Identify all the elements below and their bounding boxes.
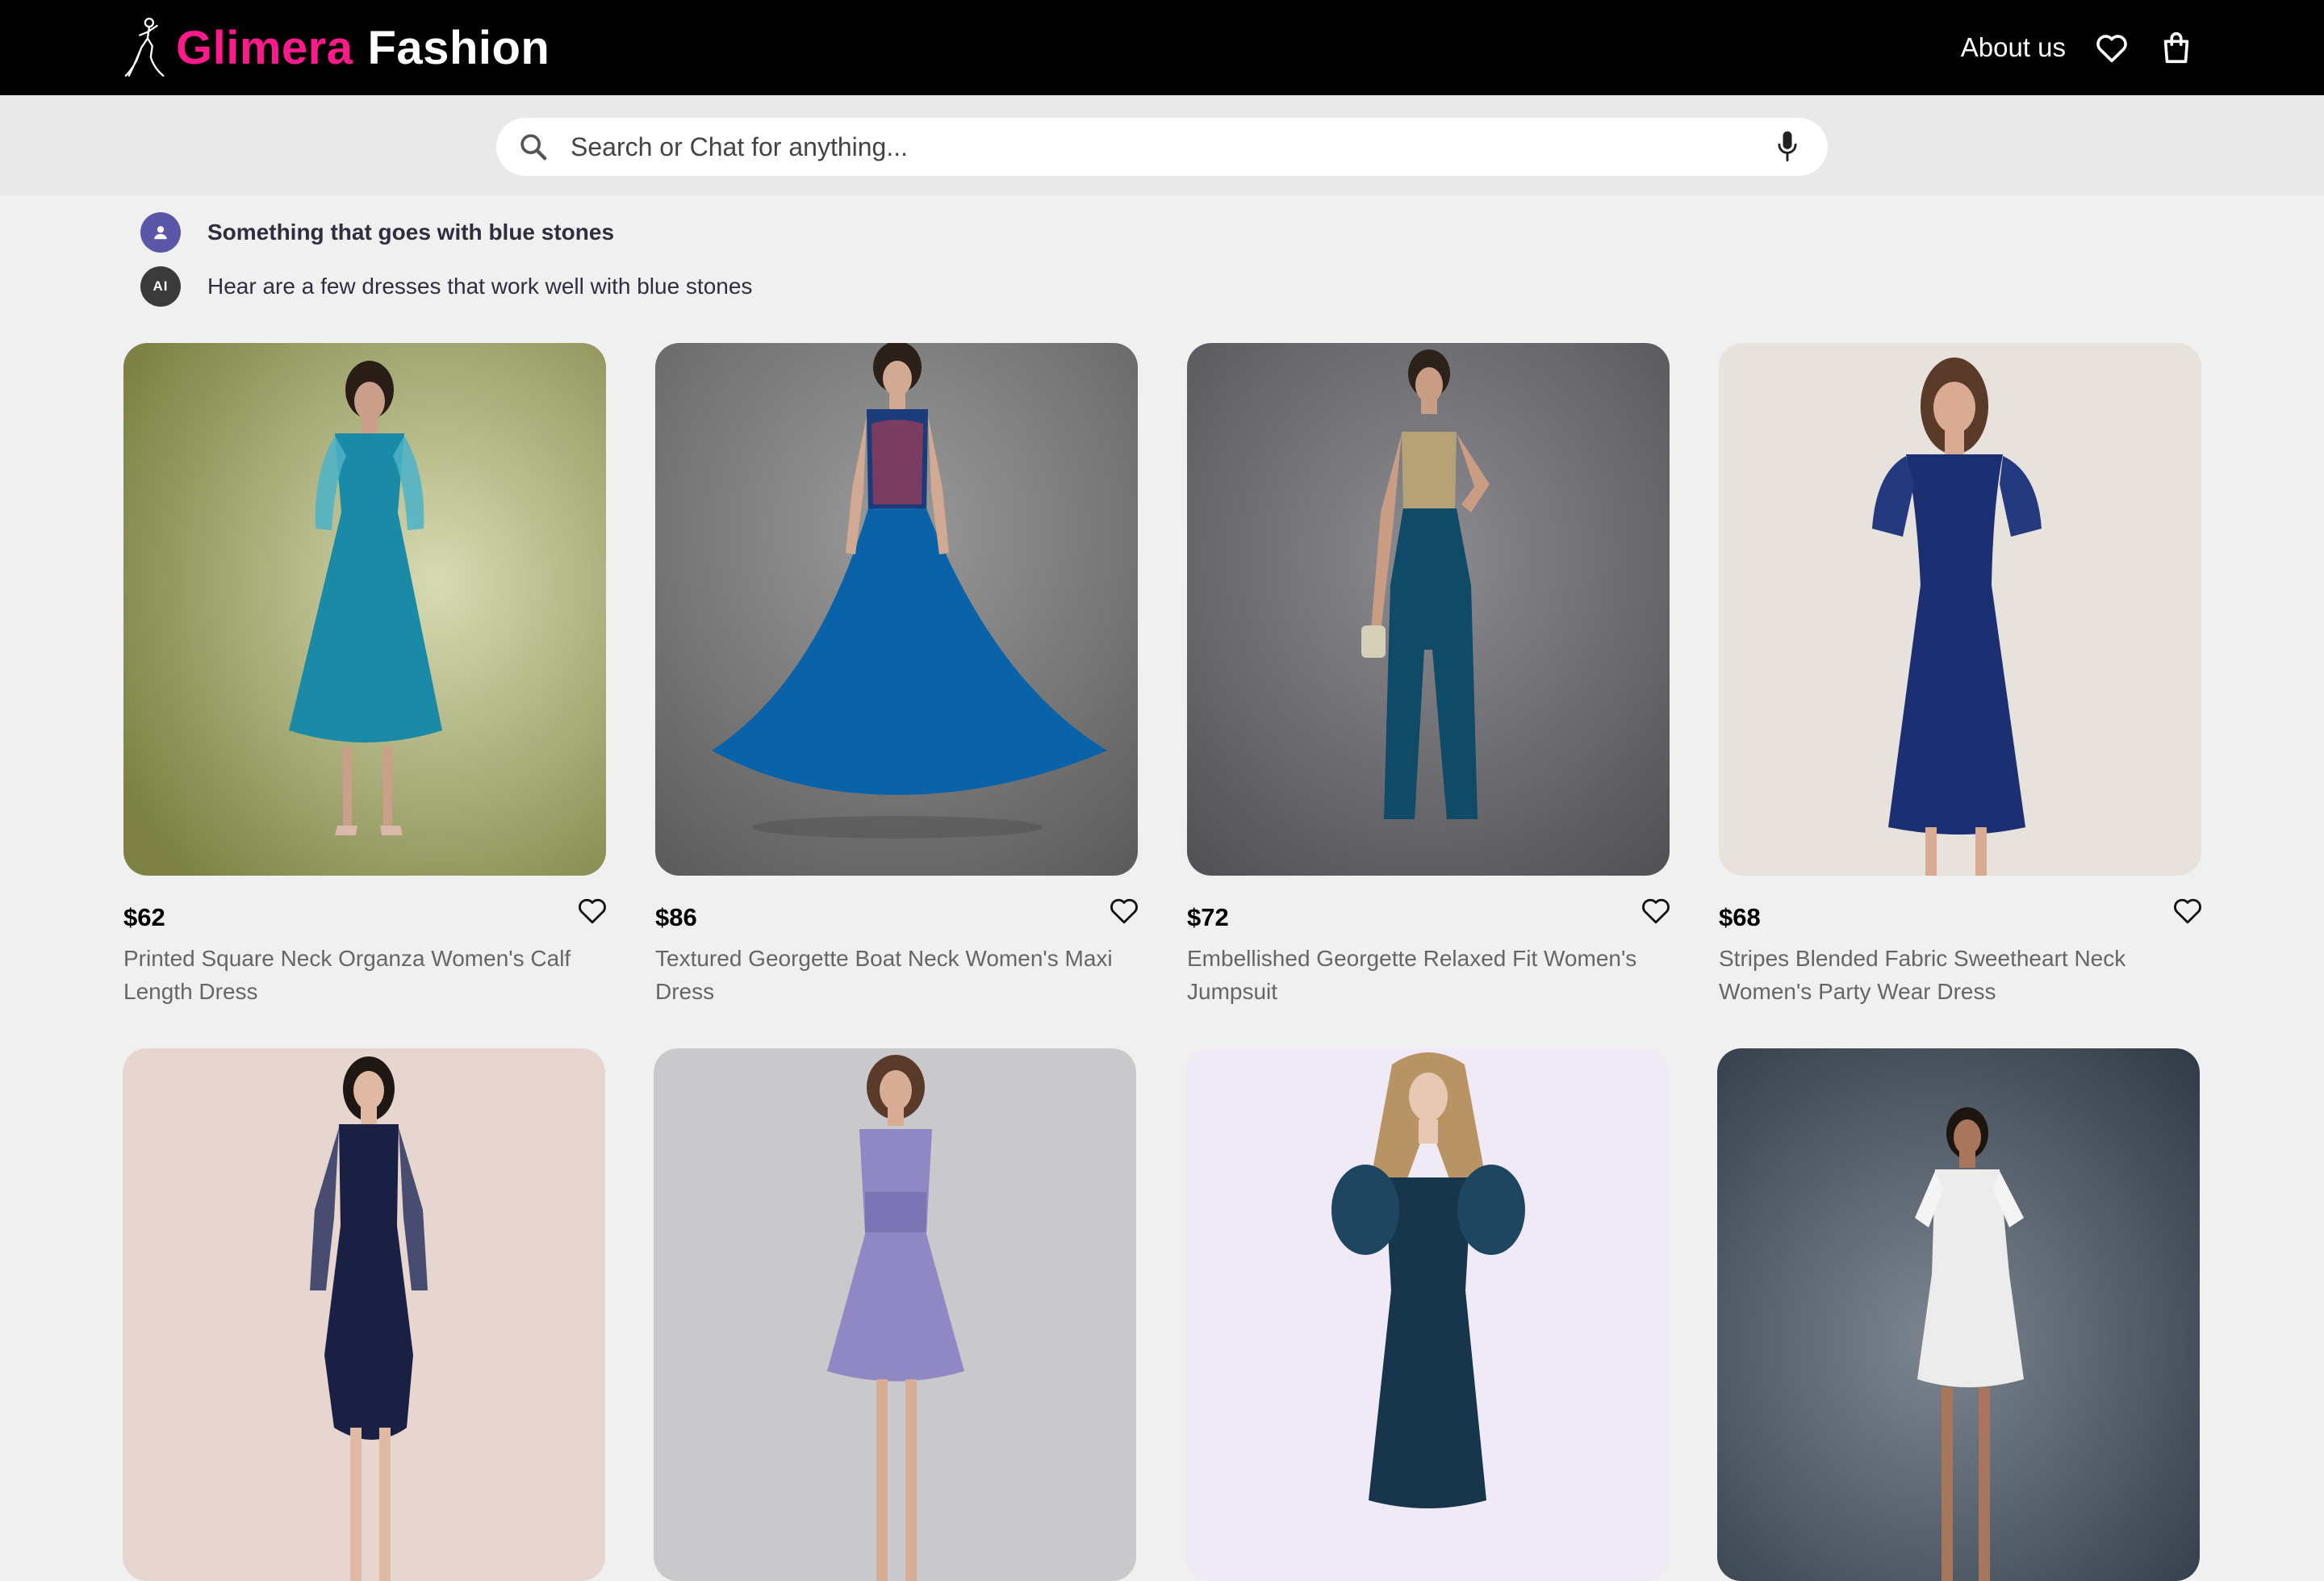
product-image[interactable] (1186, 1048, 1669, 1581)
product-name[interactable]: Embellished Georgette Relaxed Fit Women'… (1187, 942, 1670, 1008)
heart-icon[interactable] (2093, 29, 2130, 66)
heart-icon[interactable] (575, 893, 609, 927)
search-section (0, 95, 2324, 195)
chat-conversation: Something that goes with blue stones AI … (140, 211, 752, 320)
heart-icon[interactable] (2171, 893, 2205, 927)
search-bar[interactable] (496, 118, 1828, 176)
header-actions: About us (1961, 0, 2195, 95)
heart-icon[interactable] (1107, 893, 1141, 927)
product-image[interactable] (123, 343, 606, 876)
product-image[interactable] (655, 343, 1138, 876)
product-image[interactable] (1719, 343, 2201, 876)
product-card[interactable]: $62 Printed Square Neck Organza Women's … (123, 343, 606, 1008)
product-card[interactable]: $72 Embellished Georgette Relaxed Fit Wo… (1187, 343, 1670, 1008)
product-card[interactable] (1186, 1048, 1669, 1581)
brand-name-highlight: Glimera (176, 21, 353, 74)
product-card[interactable] (123, 1048, 605, 1581)
product-name[interactable]: Stripes Blended Fabric Sweetheart Neck W… (1719, 942, 2201, 1008)
microphone-icon[interactable] (1770, 126, 1805, 168)
search-input[interactable] (571, 132, 1770, 162)
product-price: $72 (1187, 903, 1229, 931)
chat-ai-message: AI Hear are a few dresses that work well… (140, 266, 752, 307)
product-price: $62 (123, 903, 165, 931)
product-card[interactable]: $68 Stripes Blended Fabric Sweetheart Ne… (1719, 343, 2201, 1008)
user-avatar (140, 212, 181, 253)
product-card[interactable]: $86 Textured Georgette Boat Neck Women's… (655, 343, 1138, 1008)
user-icon (154, 226, 167, 240)
about-us-link[interactable]: About us (1961, 32, 2066, 63)
chat-user-message: Something that goes with blue stones (140, 211, 752, 253)
product-image[interactable] (123, 1048, 605, 1581)
product-card[interactable] (1717, 1048, 2200, 1581)
product-image[interactable] (1187, 343, 1670, 876)
search-icon[interactable] (512, 126, 554, 168)
product-name[interactable]: Printed Square Neck Organza Women's Calf… (123, 942, 606, 1008)
shopping-bag-icon[interactable] (2158, 29, 2195, 66)
brand-logo[interactable]: Glimera Fashion (123, 15, 550, 81)
top-navigation-bar: Glimera Fashion About us (0, 0, 2324, 95)
product-price: $86 (655, 903, 697, 931)
product-price: $68 (1719, 903, 1761, 931)
ai-avatar: AI (140, 266, 181, 307)
dancer-silhouette-icon (124, 17, 165, 77)
product-card[interactable] (654, 1048, 1136, 1581)
product-name[interactable]: Textured Georgette Boat Neck Women's Max… (655, 942, 1138, 1008)
brand-name-rest: Fashion (367, 21, 550, 74)
product-image[interactable] (1717, 1048, 2200, 1581)
product-image[interactable] (654, 1048, 1136, 1581)
heart-icon[interactable] (1639, 893, 1673, 927)
ai-message-text: Hear are a few dresses that work well wi… (207, 274, 753, 299)
user-message-text: Something that goes with blue stones (207, 220, 615, 245)
